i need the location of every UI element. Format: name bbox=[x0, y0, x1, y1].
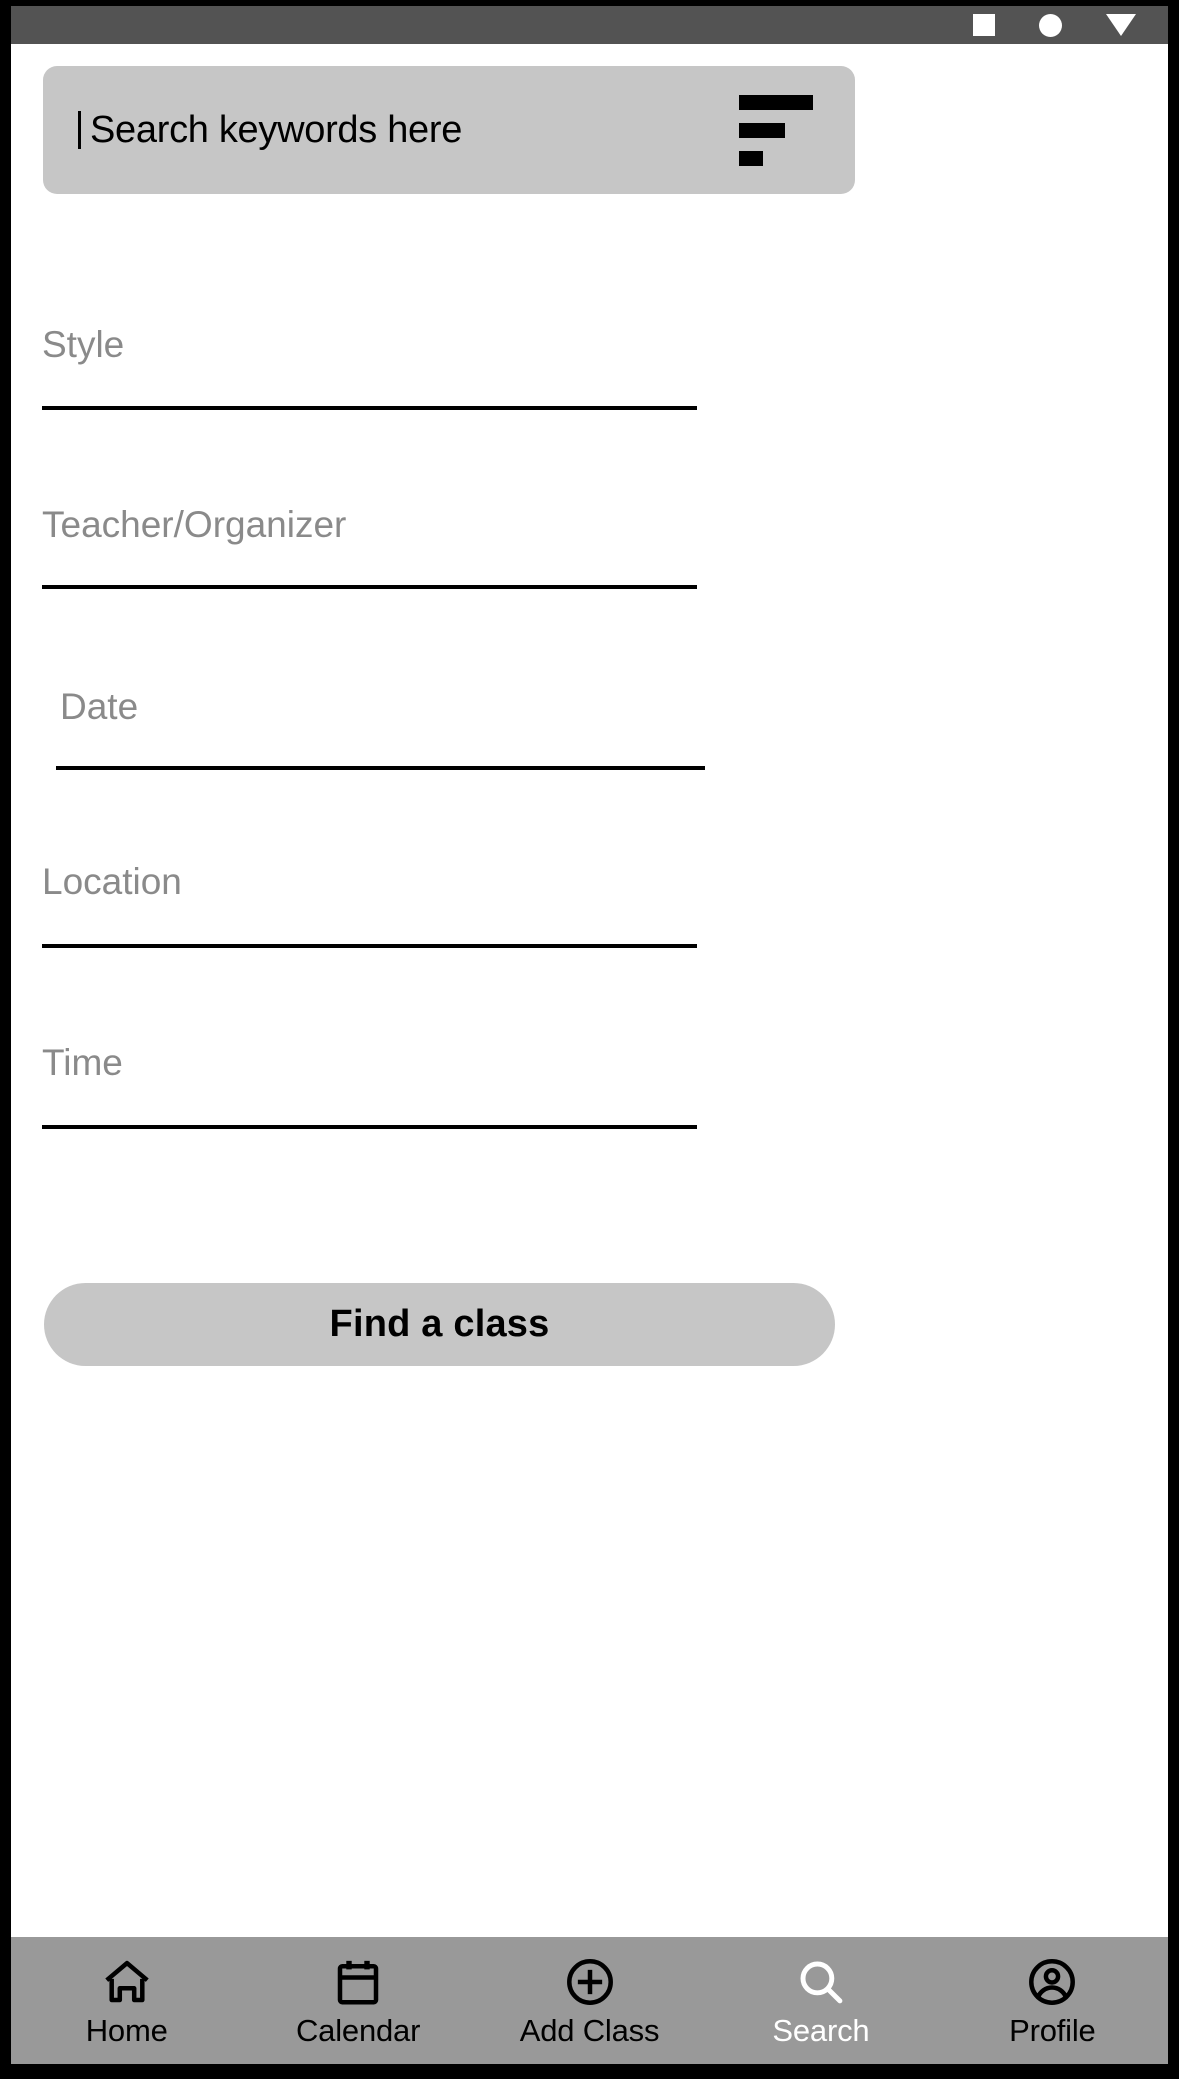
field-location[interactable]: Location bbox=[42, 861, 697, 948]
magnifier-icon bbox=[792, 1955, 850, 2009]
field-style-label: Style bbox=[42, 324, 125, 365]
field-time[interactable]: Time bbox=[42, 1042, 697, 1129]
device-frame: Search keywords here Style Teacher/Organ… bbox=[0, 0, 1179, 2079]
nav-item-calendar[interactable]: Calendar bbox=[242, 1937, 473, 2064]
square-icon[interactable] bbox=[973, 14, 995, 36]
plus-circle-icon bbox=[561, 1955, 619, 2009]
bottom-navigation-bar: Home Calendar Add Class Search Profile bbox=[11, 1937, 1168, 2064]
nav-item-add-class[interactable]: Add Class bbox=[474, 1937, 705, 2064]
field-teacher-organizer[interactable]: Teacher/Organizer bbox=[42, 504, 697, 589]
account-circle-icon bbox=[1023, 1955, 1081, 2009]
nav-item-home[interactable]: Home bbox=[11, 1937, 242, 2064]
field-date-label: Date bbox=[60, 686, 139, 727]
nav-item-home-label: Home bbox=[85, 2013, 168, 2048]
nav-item-profile[interactable]: Profile bbox=[937, 1937, 1168, 2064]
field-date-underline bbox=[56, 766, 705, 770]
field-time-underline bbox=[42, 1125, 697, 1129]
nav-item-search[interactable]: Search bbox=[705, 1937, 936, 2064]
triangle-down-icon[interactable] bbox=[1106, 14, 1136, 36]
field-style[interactable]: Style bbox=[42, 324, 697, 410]
home-icon bbox=[98, 1955, 156, 2009]
field-style-underline bbox=[42, 406, 697, 410]
field-location-label: Location bbox=[42, 861, 182, 902]
calendar-icon bbox=[329, 1955, 387, 2009]
text-caret bbox=[78, 111, 81, 149]
field-teacher-organizer-underline bbox=[42, 585, 697, 589]
status-bar bbox=[11, 6, 1168, 44]
field-teacher-organizer-label: Teacher/Organizer bbox=[42, 504, 347, 545]
nav-item-profile-label: Profile bbox=[1009, 2013, 1096, 2048]
search-placeholder: Search keywords here bbox=[90, 108, 463, 151]
field-location-underline bbox=[42, 944, 697, 948]
nav-item-search-label: Search bbox=[772, 2013, 870, 2048]
nav-item-add-class-label: Add Class bbox=[519, 2013, 660, 2048]
filter-lines-icon[interactable] bbox=[739, 94, 825, 166]
search-bar[interactable]: Search keywords here bbox=[43, 66, 855, 194]
field-time-label: Time bbox=[42, 1042, 123, 1083]
app-screen: Search keywords here Style Teacher/Organ… bbox=[11, 6, 1168, 2064]
circle-icon[interactable] bbox=[1039, 13, 1062, 37]
nav-item-calendar-label: Calendar bbox=[296, 2013, 421, 2048]
find-a-class-button[interactable]: Find a class bbox=[44, 1283, 835, 1366]
search-input[interactable]: Search keywords here bbox=[43, 109, 739, 152]
field-date[interactable]: Date bbox=[56, 686, 705, 770]
